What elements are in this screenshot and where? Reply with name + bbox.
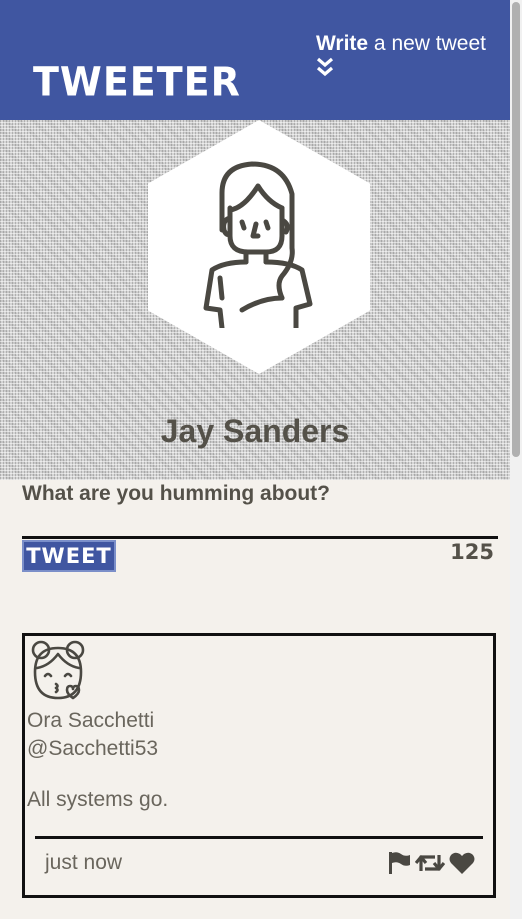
tweet-button[interactable]: TWEET — [22, 540, 116, 572]
user-avatar-icon — [203, 161, 313, 328]
double-chevron-down-icon[interactable] — [316, 57, 334, 77]
tweet-timestamp: just now — [45, 851, 123, 874]
compose-toggle-text: a new tweet — [368, 32, 486, 55]
flag-icon[interactable] — [387, 851, 411, 879]
composer-prompt: What are you humming about? — [22, 482, 330, 505]
tweet-text: All systems go. — [27, 788, 169, 811]
compose-toggle-strong: Write — [315, 32, 369, 55]
tweet-author-handle: @Sacchetti53 — [27, 737, 159, 760]
tweet-author-avatar-icon — [31, 640, 85, 700]
write-tweet-toggle[interactable]: Write a new tweet — [316, 32, 486, 77]
top-nav: TWEETER Write a new tweet — [0, 0, 510, 120]
tweet-input[interactable] — [22, 514, 498, 539]
brand-logo[interactable]: TWEETER — [33, 59, 241, 105]
tweet-author-name: Ora Sacchetti — [27, 709, 155, 732]
tweet-footer: just now — [35, 836, 483, 889]
tweet-card: Ora Sacchetti @Sacchetti53 All systems g… — [22, 633, 496, 898]
profile-name: Jay Sanders — [160, 413, 350, 449]
tweet-composer: What are you humming about? TWEET 125 — [22, 482, 498, 572]
tweet-actions — [387, 851, 475, 879]
page-scrollbar[interactable] — [510, 0, 522, 919]
heart-icon[interactable] — [449, 851, 475, 879]
char-counter: 125 — [450, 540, 494, 564]
scrollbar-thumb[interactable] — [512, 2, 520, 457]
profile-header: Jay Sanders — [0, 120, 510, 480]
retweet-icon[interactable] — [414, 851, 446, 879]
